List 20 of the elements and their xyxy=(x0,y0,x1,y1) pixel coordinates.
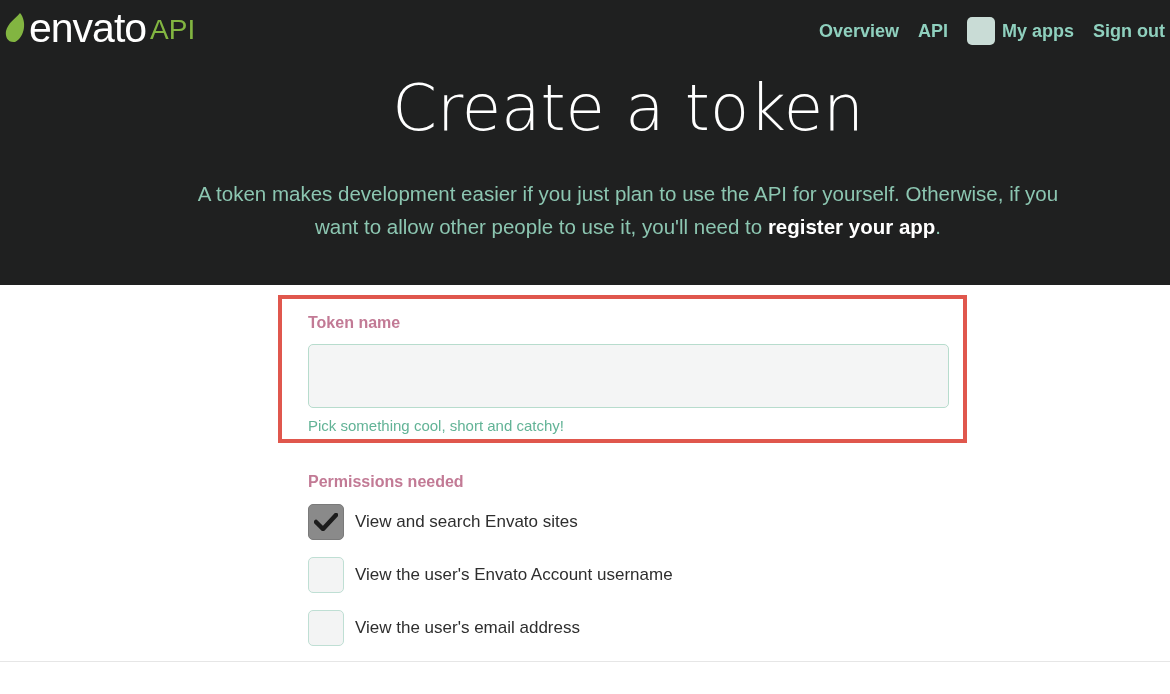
checkmark-icon xyxy=(314,513,338,531)
leaf-icon xyxy=(5,13,27,43)
nav-link[interactable]: Overview xyxy=(818,20,899,42)
checkbox-label: View the user's Envato Account username xyxy=(355,565,673,585)
field-label: Token name xyxy=(308,314,402,332)
checkbox-label: View the user's email address xyxy=(355,618,580,638)
nav-link[interactable]: API xyxy=(917,20,948,42)
token-name-input[interactable] xyxy=(308,344,949,408)
checkbox[interactable] xyxy=(308,504,344,540)
register-app-link[interactable]: register your app xyxy=(767,215,936,238)
logo-brand-text: envato xyxy=(29,7,147,49)
logo-product-text: API xyxy=(150,15,196,44)
section-heading: Permissions needed xyxy=(308,473,465,491)
intro-text: A token makes development easier if you just plan to use the API for yourself. Otherwise, if you want to allow other people to use it, you'll need to register your app. xyxy=(196,181,1060,240)
checkbox-label: View and search Envato sites xyxy=(355,512,578,532)
page-title: Create a token xyxy=(392,76,864,140)
nav-link[interactable]: My apps xyxy=(967,17,1074,45)
field-hint: Pick something cool, short and catchy! xyxy=(308,416,565,435)
avatar-placeholder xyxy=(967,17,995,45)
nav-link[interactable]: Sign out xyxy=(1093,20,1165,42)
